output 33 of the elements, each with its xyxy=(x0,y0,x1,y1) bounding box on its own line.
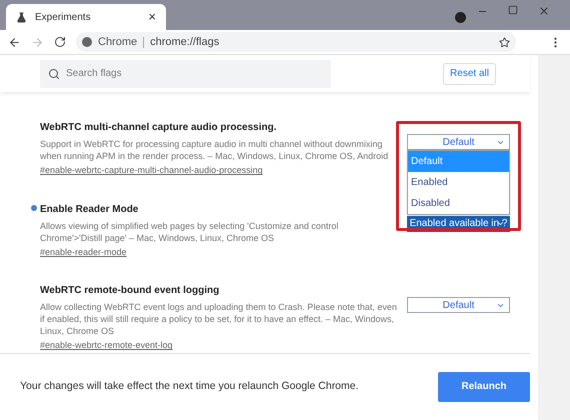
flag-description: Support in WebRTC for processing capture audio in multi channel without downmixing when running APM in the render process. – Mac, Windows, Linux, Chrome OS, Android xyxy=(40,138,390,162)
tab-close-button[interactable]: × xyxy=(148,7,156,27)
flag-title: WebRTC remote-bound event logging xyxy=(40,284,220,298)
profile-icon[interactable] xyxy=(455,12,466,23)
flag-description: Allow collecting WebRTC event logs and uploading them to Crash. Please note that, even if enabled, this will still require a policy to be set, for it to have an effect. – Mac, Windows, Linux, Chrome OS xyxy=(40,301,398,338)
flag-link[interactable]: #enable-reader-mode xyxy=(40,246,403,260)
maximize-icon[interactable] xyxy=(508,5,518,15)
browser-tab[interactable]: Experiments × xyxy=(6,4,166,30)
close-icon[interactable] xyxy=(538,5,550,17)
reset-all-button[interactable]: Reset all xyxy=(443,62,496,85)
flag-title: WebRTC multi-channel capture audio processing. xyxy=(40,121,278,136)
site-label: Chrome xyxy=(98,34,138,50)
flag-dropdown[interactable]: Default xyxy=(407,134,510,150)
site-info-icon xyxy=(82,37,92,47)
relaunch-message: Your changes will take effect the next time you relaunch Google Chrome. xyxy=(20,379,359,394)
flag-link[interactable]: #enable-webrtc-remote-event-log xyxy=(40,339,403,353)
flask-icon xyxy=(16,12,27,22)
star-icon[interactable] xyxy=(499,36,510,48)
flag-dropdown[interactable]: Default xyxy=(407,297,510,314)
dropdown-option[interactable]: Default xyxy=(408,151,509,172)
search-icon xyxy=(48,68,60,80)
dropdown-option[interactable]: Enabled xyxy=(408,172,509,194)
flag-title: Enable Reader Mode xyxy=(40,202,140,217)
address-bar[interactable]: Chrome chrome://flags xyxy=(76,32,516,52)
flag-link[interactable]: #enable-webrtc-capture-multi-channel-audio-processing xyxy=(40,164,403,178)
url-text: chrome://flags xyxy=(150,34,220,50)
tab-title: Experiments xyxy=(35,10,91,24)
reload-icon[interactable] xyxy=(54,36,66,48)
dropdown-option[interactable]: Disabled xyxy=(408,193,509,214)
flag-description: Allows viewing of simplified web pages by selecting 'Customize and control Chrome'>'Distill page' – Mac, Windows, Linux, Chrome OS xyxy=(40,220,340,244)
back-arrow-icon[interactable] xyxy=(8,36,21,48)
search-field[interactable]: Search flags xyxy=(40,60,331,88)
relaunch-button[interactable]: Relaunch xyxy=(438,372,530,402)
